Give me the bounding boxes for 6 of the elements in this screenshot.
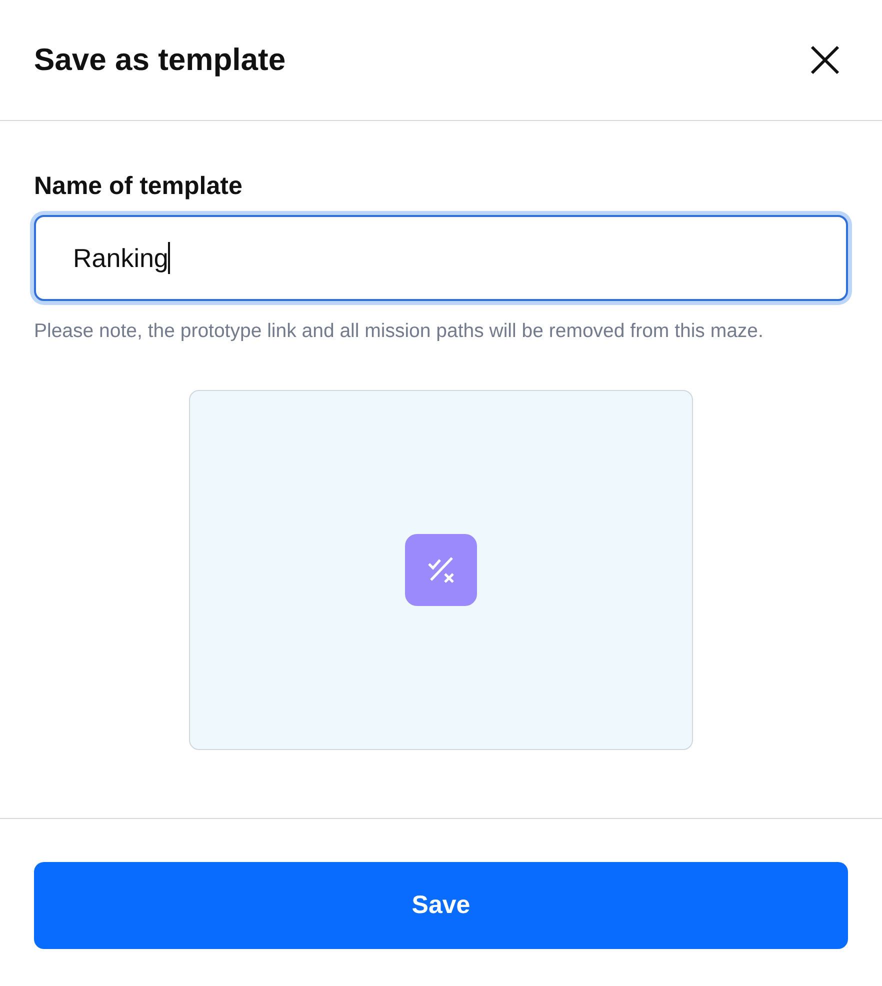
close-icon — [810, 45, 840, 75]
field-label: Name of template — [34, 171, 244, 201]
close-button[interactable] — [808, 43, 842, 77]
save-button[interactable]: Save — [34, 862, 848, 949]
dialog-title: Save as template — [34, 40, 286, 79]
note-text: Please note, the prototype link and all mission paths will be removed from this maze. — [34, 319, 764, 344]
